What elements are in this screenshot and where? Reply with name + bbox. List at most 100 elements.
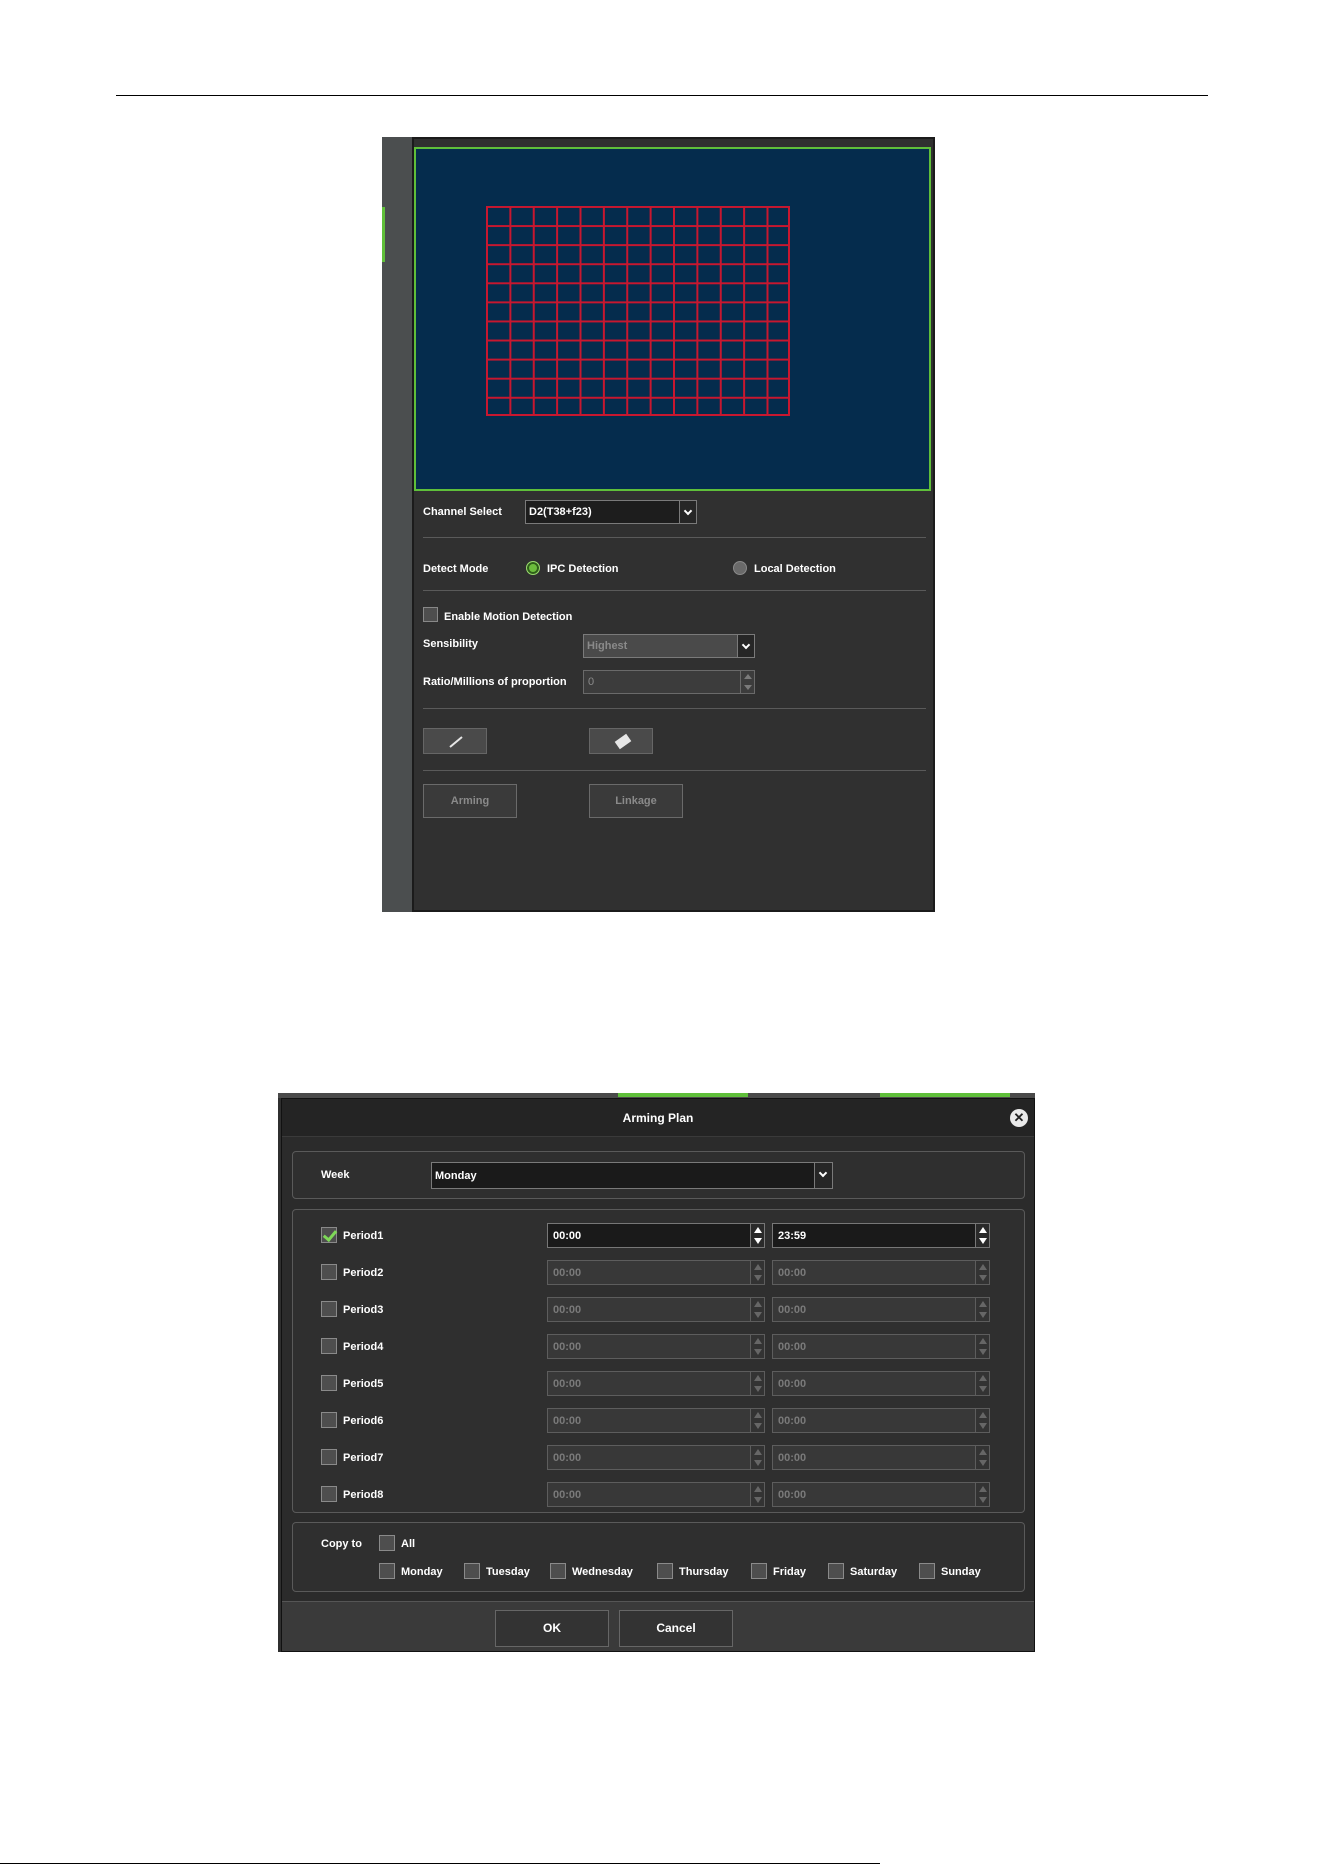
arming-button[interactable]: Arming: [423, 784, 517, 818]
copy-day-label: Saturday: [850, 1566, 898, 1578]
period-label: Period1: [343, 1230, 384, 1242]
time-stepper[interactable]: [975, 1335, 989, 1358]
period-end-time[interactable]: 00:00: [772, 1445, 990, 1470]
period-start-value: 00:00: [553, 1452, 582, 1464]
time-stepper[interactable]: [975, 1298, 989, 1321]
draw-area-button[interactable]: [423, 728, 487, 754]
copy-day-label: Monday: [401, 1566, 443, 1578]
period-checkbox[interactable]: [321, 1264, 337, 1280]
period-start-value: 00:00: [553, 1378, 582, 1390]
period-label: Period2: [343, 1267, 384, 1279]
period-start-time[interactable]: 00:00: [547, 1371, 765, 1396]
period-row: Period7 00:00 00:00: [293, 1443, 1024, 1473]
divider: [423, 708, 926, 709]
motion-detection-grid[interactable]: [486, 206, 790, 416]
period-checkbox[interactable]: [321, 1412, 337, 1428]
sensibility-value: Highest: [587, 640, 628, 652]
time-stepper[interactable]: [975, 1446, 989, 1469]
period-end-value: 00:00: [778, 1341, 807, 1353]
close-icon[interactable]: ✕: [1010, 1109, 1028, 1127]
period-label: Period8: [343, 1489, 384, 1501]
cancel-button[interactable]: Cancel: [619, 1610, 733, 1647]
period-checkbox[interactable]: [321, 1301, 337, 1317]
time-stepper[interactable]: [975, 1224, 989, 1247]
chevron-down-icon[interactable]: [814, 1163, 832, 1188]
clear-area-button[interactable]: [589, 728, 653, 754]
period-start-value: 00:00: [553, 1267, 582, 1279]
chevron-down-icon[interactable]: [737, 635, 754, 657]
time-stepper[interactable]: [975, 1409, 989, 1432]
period-checkbox[interactable]: [321, 1338, 337, 1354]
period-end-time[interactable]: 00:00: [772, 1408, 990, 1433]
period-start-time[interactable]: 00:00: [547, 1482, 765, 1507]
week-dropdown[interactable]: Monday: [431, 1162, 833, 1189]
period-end-time[interactable]: 23:59: [772, 1223, 990, 1248]
ipc-detection-radio[interactable]: [526, 561, 540, 575]
period-label: Period6: [343, 1415, 384, 1427]
period-start-time[interactable]: 00:00: [547, 1260, 765, 1285]
period-start-time[interactable]: 00:00: [547, 1334, 765, 1359]
periods-group: Period1 00:00 23:59 Period2 00:00 00:00 Period…: [292, 1209, 1025, 1513]
time-stepper[interactable]: [750, 1261, 764, 1284]
period-row: Period2 00:00 00:00: [293, 1258, 1024, 1288]
tab-highlight: [618, 1093, 748, 1097]
period-end-value: 23:59: [778, 1230, 807, 1242]
period-end-value: 00:00: [778, 1378, 807, 1390]
copy-day-checkbox[interactable]: [464, 1563, 480, 1579]
time-stepper[interactable]: [975, 1372, 989, 1395]
channel-select-dropdown[interactable]: D2(T38+f23): [525, 500, 697, 524]
time-stepper[interactable]: [750, 1409, 764, 1432]
ratio-spinbox[interactable]: 0: [583, 670, 755, 694]
time-stepper[interactable]: [750, 1446, 764, 1469]
period-row: Period5 00:00 00:00: [293, 1369, 1024, 1399]
period-start-value: 00:00: [553, 1489, 582, 1501]
period-checkbox[interactable]: [321, 1227, 337, 1243]
time-stepper[interactable]: [975, 1483, 989, 1506]
period-row: Period4 00:00 00:00: [293, 1332, 1024, 1362]
dialog-titlebar: Arming Plan ✕: [282, 1099, 1034, 1137]
copy-day-label: Tuesday: [486, 1566, 530, 1578]
period-end-time[interactable]: 00:00: [772, 1482, 990, 1507]
copy-day-checkbox[interactable]: [751, 1563, 767, 1579]
period-end-time[interactable]: 00:00: [772, 1371, 990, 1396]
copy-day-checkbox[interactable]: [657, 1563, 673, 1579]
ratio-stepper[interactable]: [740, 671, 754, 693]
ok-button[interactable]: OK: [495, 1610, 609, 1647]
period-end-time[interactable]: 00:00: [772, 1334, 990, 1359]
time-stepper[interactable]: [750, 1224, 764, 1247]
period-end-time[interactable]: 00:00: [772, 1297, 990, 1322]
dialog-title: Arming Plan: [622, 1111, 694, 1125]
video-preview[interactable]: [414, 147, 931, 491]
time-stepper[interactable]: [975, 1261, 989, 1284]
period-row: Period3 00:00 00:00: [293, 1295, 1024, 1325]
time-stepper[interactable]: [750, 1298, 764, 1321]
period-checkbox[interactable]: [321, 1486, 337, 1502]
linkage-button[interactable]: Linkage: [589, 784, 683, 818]
week-value: Monday: [435, 1170, 477, 1182]
copy-day-checkbox[interactable]: [919, 1563, 935, 1579]
copy-to-group: Copy to All Monday Tuesday Wednesday Thursd…: [292, 1522, 1025, 1592]
enable-motion-detection-checkbox[interactable]: [423, 607, 438, 622]
week-group: Week Monday: [292, 1151, 1025, 1199]
period-checkbox[interactable]: [321, 1375, 337, 1391]
period-start-time[interactable]: 00:00: [547, 1445, 765, 1470]
channel-select-value: D2(T38+f23): [529, 506, 592, 518]
chevron-down-icon[interactable]: [679, 501, 696, 523]
arming-plan-dialog: Arming Plan ✕ Week Monday Period1 00:00 23…: [281, 1098, 1035, 1652]
copy-day-checkbox[interactable]: [550, 1563, 566, 1579]
side-menu-strip: [382, 137, 412, 912]
time-stepper[interactable]: [750, 1483, 764, 1506]
local-detection-radio[interactable]: [733, 561, 747, 575]
time-stepper[interactable]: [750, 1372, 764, 1395]
period-start-time[interactable]: 00:00: [547, 1408, 765, 1433]
period-end-time[interactable]: 00:00: [772, 1260, 990, 1285]
copy-day-checkbox[interactable]: [379, 1563, 395, 1579]
time-stepper[interactable]: [750, 1335, 764, 1358]
period-checkbox[interactable]: [321, 1449, 337, 1465]
period-label: Period5: [343, 1378, 384, 1390]
copy-day-checkbox[interactable]: [828, 1563, 844, 1579]
period-start-time[interactable]: 00:00: [547, 1223, 765, 1248]
copy-all-checkbox[interactable]: [379, 1535, 395, 1551]
sensibility-dropdown[interactable]: Highest: [583, 634, 755, 658]
period-start-time[interactable]: 00:00: [547, 1297, 765, 1322]
